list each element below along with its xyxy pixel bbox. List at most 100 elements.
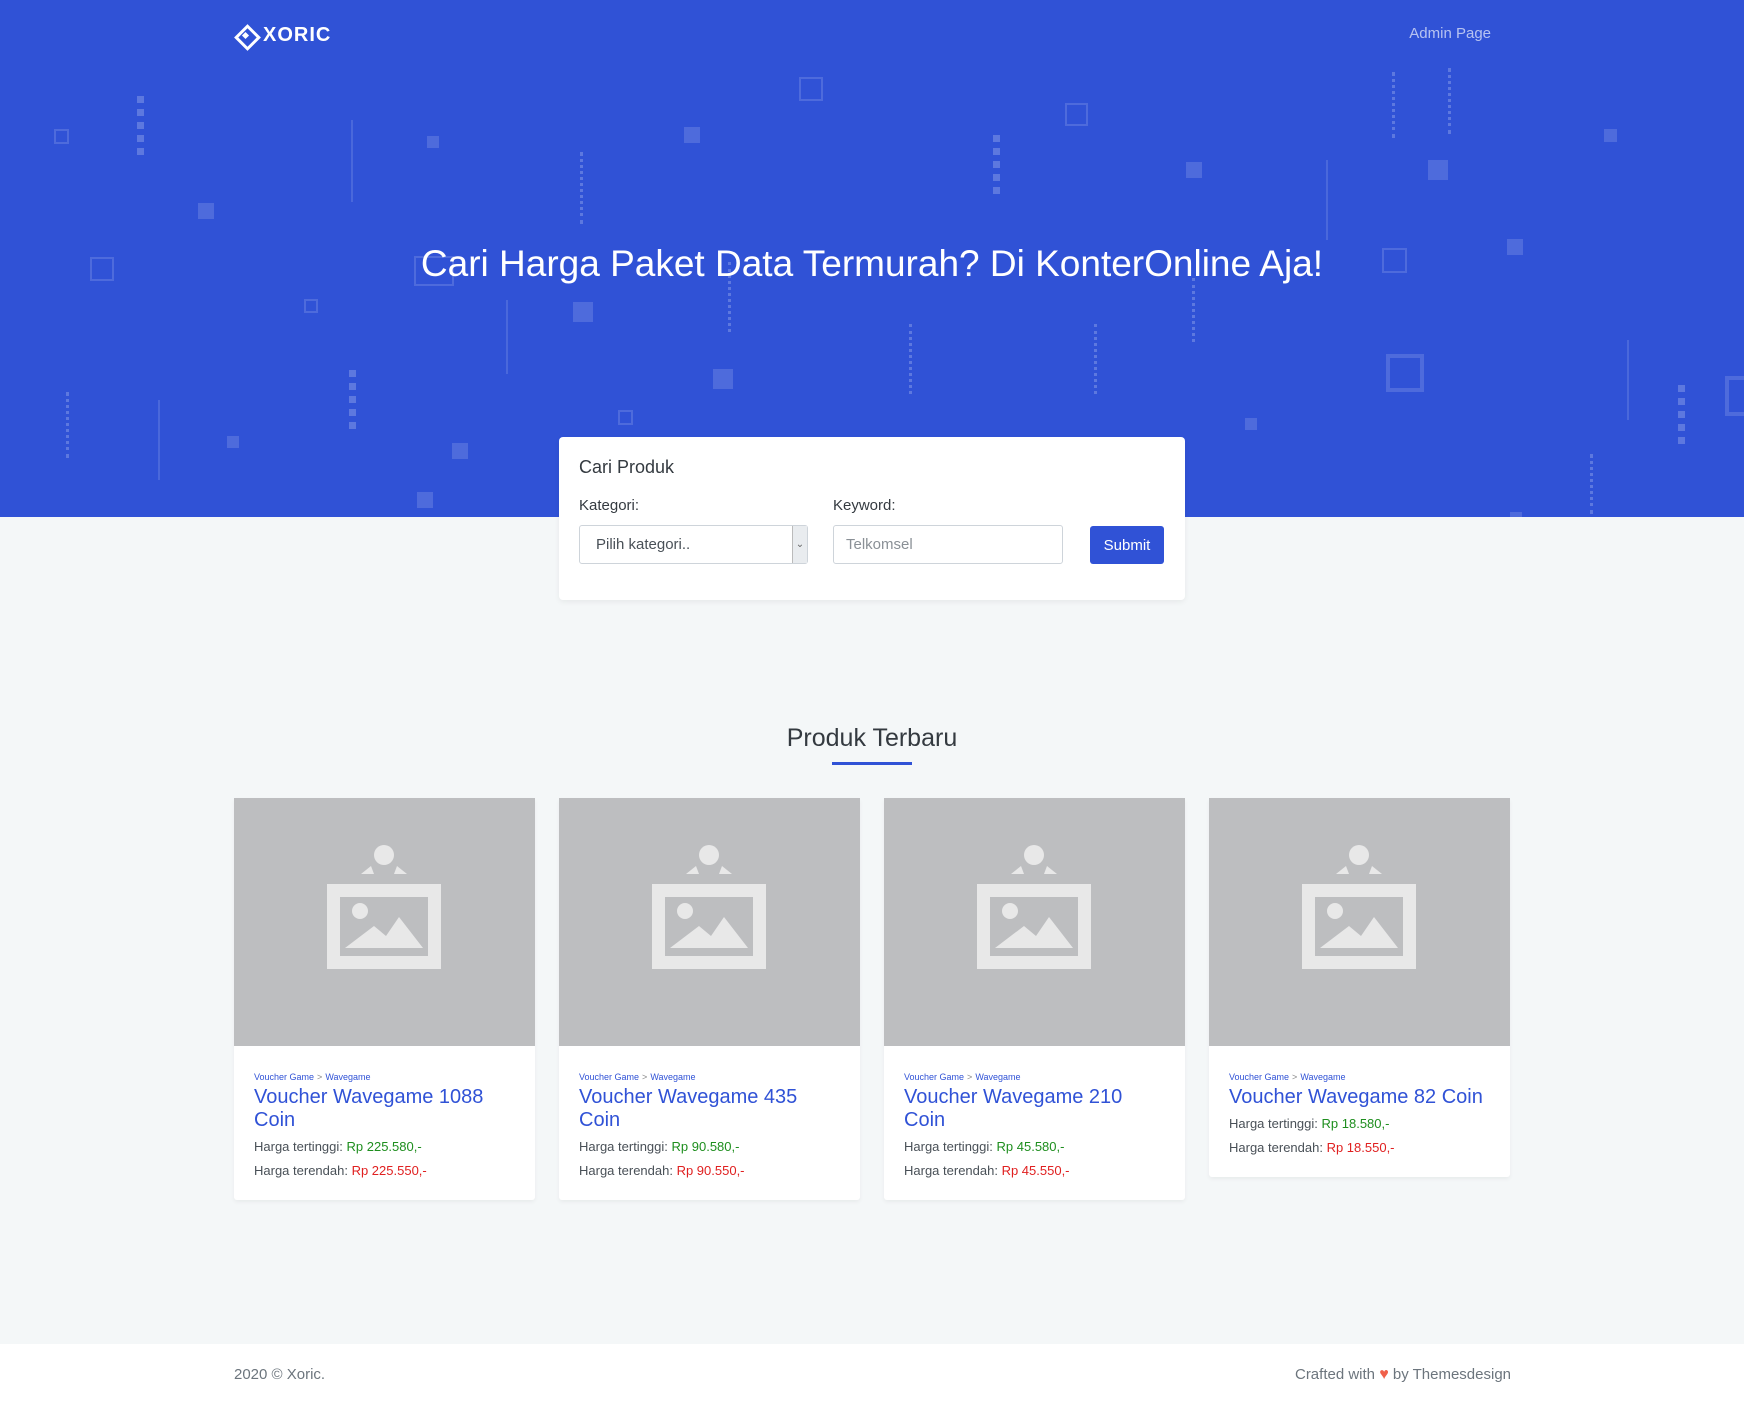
product-image: [1209, 798, 1510, 1046]
product-title-link[interactable]: Voucher Wavegame 82 Coin: [1229, 1086, 1490, 1109]
decor-dotted-line: [1392, 72, 1395, 138]
price-high-value: Rp 18.580,-: [1321, 1116, 1390, 1131]
product-image: [559, 798, 860, 1046]
breadcrumb-category-link[interactable]: Voucher Game: [1229, 1072, 1289, 1082]
decor-square: [573, 302, 593, 322]
price-low-label: Harga terendah:: [579, 1163, 673, 1178]
price-high-value: Rp 90.580,-: [671, 1139, 740, 1154]
decor-square: [198, 203, 214, 219]
decor-dotted-line: [66, 392, 69, 458]
breadcrumb-category-link[interactable]: Voucher Game: [904, 1072, 964, 1082]
product-breadcrumb: Voucher Game > Wavegame: [579, 1072, 840, 1082]
footer-crafted-prefix: Crafted with: [1294, 1366, 1376, 1383]
breadcrumb-separator: >: [642, 1072, 648, 1082]
image-placeholder-icon: [977, 845, 1091, 969]
price-high-row: Harga tertinggi: Rp 90.580,-: [579, 1138, 840, 1156]
product-title-link[interactable]: Voucher Wavegame 435 Coin: [579, 1086, 840, 1132]
image-placeholder-icon: [652, 845, 766, 969]
decor-dotted-line: [1590, 454, 1593, 514]
brand-logo[interactable]: XORIC: [236, 24, 331, 47]
xoric-logo-icon: [236, 26, 255, 45]
decor-square: [1510, 512, 1522, 517]
category-select-value: Pilih kategori..: [596, 536, 691, 553]
product-breadcrumb: Voucher Game > Wavegame: [254, 1072, 515, 1082]
product-title-link[interactable]: Voucher Wavegame 210 Coin: [904, 1086, 1165, 1132]
decor-dotted-line: [1448, 68, 1451, 134]
decor-dots: [137, 96, 144, 161]
price-low-row: Harga terendah: Rp 225.550,-: [254, 1162, 515, 1180]
price-low-value: Rp 45.550,-: [1001, 1163, 1070, 1178]
price-low-label: Harga terendah:: [904, 1163, 998, 1178]
price-high-row: Harga tertinggi: Rp 18.580,-: [1229, 1115, 1490, 1133]
decor-square: [54, 129, 69, 144]
search-card: Cari Produk Kategori: Keyword: Pilih kat…: [559, 437, 1185, 600]
product-card: Voucher Game > Wavegame Voucher Wavegame 2…: [884, 798, 1185, 1200]
decor-square: [1428, 160, 1448, 180]
decor-square: [452, 443, 468, 459]
product-image: [234, 798, 535, 1046]
price-low-label: Harga terendah:: [254, 1163, 348, 1178]
decor-square: [799, 77, 823, 101]
search-card-title: Cari Produk: [579, 457, 675, 477]
price-high-label: Harga tertinggi:: [579, 1139, 668, 1154]
category-select[interactable]: Pilih kategori.. ⌄: [579, 525, 808, 564]
price-low-row: Harga terendah: Rp 45.550,-: [904, 1162, 1165, 1180]
keyword-label: Keyword:: [833, 497, 896, 514]
footer-crafted-suffix: by Themesdesign: [1392, 1366, 1511, 1383]
decor-square: [1186, 162, 1202, 178]
decor-square: [684, 127, 700, 143]
price-low-value: Rp 90.550,-: [676, 1163, 745, 1178]
decor-square: [1604, 129, 1617, 142]
section-title-underline: [832, 762, 912, 765]
decor-square: [1386, 354, 1424, 392]
price-high-row: Harga tertinggi: Rp 225.580,-: [254, 1138, 515, 1156]
product-card: Voucher Game > Wavegame Voucher Wavegame 4…: [559, 798, 860, 1200]
submit-button[interactable]: Submit: [1090, 526, 1164, 564]
breadcrumb-subcategory-link[interactable]: Wavegame: [975, 1072, 1020, 1082]
price-high-value: Rp 45.580,-: [996, 1139, 1065, 1154]
footer: 2020 © Xoric. Crafted with ♥ by Themesde…: [0, 1344, 1744, 1404]
decor-square: [1245, 418, 1257, 430]
footer-credits: Crafted with ♥ by Themesdesign: [1295, 1366, 1511, 1384]
image-placeholder-icon: [1302, 845, 1416, 969]
decor-dotted-line: [909, 324, 912, 394]
breadcrumb-subcategory-link[interactable]: Wavegame: [650, 1072, 695, 1082]
decor-line: [351, 120, 353, 202]
product-title-link[interactable]: Voucher Wavegame 1088 Coin: [254, 1086, 515, 1132]
hero-title: Cari Harga Paket Data Termurah? Di Konte…: [420, 243, 1324, 284]
breadcrumb-separator: >: [1292, 1072, 1298, 1082]
decor-square: [713, 369, 733, 389]
product-card: Voucher Game > Wavegame Voucher Wavegame 8…: [1209, 798, 1510, 1177]
image-placeholder-icon: [327, 845, 441, 969]
product-breadcrumb: Voucher Game > Wavegame: [1229, 1072, 1490, 1082]
decor-dots: [1678, 385, 1685, 450]
brand-name: XORIC: [263, 24, 332, 46]
decor-line: [1326, 160, 1328, 240]
decor-square: [1725, 376, 1744, 416]
price-low-row: Harga terendah: Rp 18.550,-: [1229, 1139, 1490, 1157]
keyword-input[interactable]: [833, 525, 1063, 564]
decor-square: [618, 410, 633, 425]
price-low-value: Rp 18.550,-: [1326, 1140, 1395, 1155]
decor-square: [417, 492, 433, 508]
breadcrumb-subcategory-link[interactable]: Wavegame: [1300, 1072, 1345, 1082]
price-high-label: Harga tertinggi:: [254, 1139, 343, 1154]
breadcrumb-separator: >: [317, 1072, 323, 1082]
chevron-down-icon: ⌄: [792, 526, 807, 563]
price-high-label: Harga tertinggi:: [904, 1139, 993, 1154]
admin-page-link[interactable]: Admin Page: [1409, 25, 1491, 42]
decor-dots: [993, 135, 1000, 200]
decor-square: [1065, 103, 1088, 126]
heart-icon: ♥: [1379, 1366, 1389, 1383]
breadcrumb-separator: >: [967, 1072, 973, 1082]
product-image: [884, 798, 1185, 1046]
breadcrumb-subcategory-link[interactable]: Wavegame: [325, 1072, 370, 1082]
breadcrumb-category-link[interactable]: Voucher Game: [254, 1072, 314, 1082]
product-card: Voucher Game > Wavegame Voucher Wavegame 1…: [234, 798, 535, 1200]
decor-square: [427, 136, 439, 148]
decor-line: [506, 300, 508, 374]
breadcrumb-category-link[interactable]: Voucher Game: [579, 1072, 639, 1082]
decor-square: [227, 436, 239, 448]
decor-dotted-line: [1094, 324, 1097, 394]
section-title: Produk Terbaru: [786, 724, 958, 752]
